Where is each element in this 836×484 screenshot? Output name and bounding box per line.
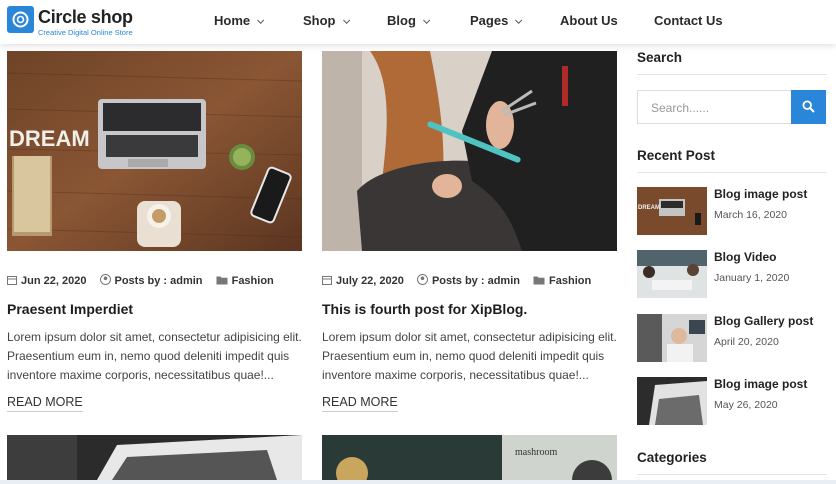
read-more-link[interactable]: READ MORE <box>322 395 398 412</box>
post-image-hair-salon[interactable] <box>322 51 617 251</box>
post-date: July 22, 2020 <box>322 275 404 287</box>
recent-post-item[interactable]: Blog image post May 26, 2020 <box>637 377 827 427</box>
nav-label: About Us <box>560 13 618 28</box>
divider <box>637 172 827 173</box>
post-date-text: July 22, 2020 <box>336 275 404 287</box>
site-header: Circle shop Creative Digital Online Stor… <box>0 0 836 44</box>
blog-post-card: DREAM Jun 22, 2020 Posts by : admin Fash… <box>7 51 302 421</box>
recent-post-date: April 20, 2020 <box>714 336 779 348</box>
nav-label: Home <box>214 13 251 28</box>
recent-post-item[interactable]: Blog Video January 1, 2020 <box>637 250 827 300</box>
calendar-icon <box>7 276 17 285</box>
post-author[interactable]: Posts by : admin <box>99 274 203 287</box>
post-date-text: Jun 22, 2020 <box>21 275 87 287</box>
post-date: Jun 22, 2020 <box>7 275 86 287</box>
calendar-icon <box>322 276 332 285</box>
search-icon <box>802 100 815 113</box>
logo-icon <box>7 6 34 33</box>
logo-title: Circle shop <box>38 7 133 27</box>
post-title[interactable]: Praesent Imperdiet <box>7 301 133 317</box>
post-category[interactable]: Fashion <box>533 275 591 287</box>
recent-post-thumbnail[interactable] <box>637 314 707 362</box>
nav-label: Contact Us <box>654 13 723 28</box>
folder-icon <box>533 276 545 285</box>
post-excerpt: Lorem ipsum dolor sit amet, consectetur … <box>7 330 302 382</box>
recent-post-date: January 1, 2020 <box>714 272 790 284</box>
nav-item-pages[interactable]: Pages <box>470 13 523 28</box>
recent-post-title[interactable]: Blog image post <box>714 377 807 391</box>
recent-post-date: May 26, 2020 <box>714 399 778 411</box>
chevron-down-icon <box>342 16 350 24</box>
chevron-down-icon <box>257 16 265 24</box>
nav-item-shop[interactable]: Shop <box>303 13 350 28</box>
user-icon <box>99 274 111 285</box>
svg-text:DREAM: DREAM <box>9 126 90 151</box>
post-author-text: Posts by : admin <box>431 275 520 287</box>
recent-post-thumbnail[interactable] <box>637 377 707 425</box>
logo-subtitle: Creative Digital Online Store <box>38 28 133 37</box>
post-excerpt: Lorem ipsum dolor sit amet, consectetur … <box>322 330 617 382</box>
svg-text:DREAM: DREAM <box>638 205 660 211</box>
search-input[interactable]: Search...... <box>637 90 792 124</box>
blog-post-card: July 22, 2020 Posts by : admin Fashion T… <box>322 51 617 421</box>
nav-item-about-us[interactable]: About Us <box>560 13 618 28</box>
divider <box>637 474 827 475</box>
post-category-text: Fashion <box>231 275 274 287</box>
divider <box>637 74 827 75</box>
user-icon <box>416 274 428 285</box>
nav-label: Blog <box>387 13 416 28</box>
post-image-laptop-dark[interactable] <box>7 435 302 480</box>
nav-item-contact-us[interactable]: Contact Us <box>654 13 723 28</box>
post-category[interactable]: Fashion <box>216 275 274 287</box>
nav-item-home[interactable]: Home <box>214 13 265 28</box>
post-author[interactable]: Posts by : admin <box>416 274 520 287</box>
read-more-link[interactable]: READ MORE <box>7 395 83 412</box>
recent-post-title[interactable]: Blog Video <box>714 250 776 264</box>
recent-post-widget-title: Recent Post <box>637 148 716 163</box>
chevron-down-icon <box>422 16 431 24</box>
nav-label: Shop <box>303 13 336 28</box>
post-author-text: Posts by : admin <box>114 275 203 287</box>
post-image-shop-interior[interactable]: mashroom <box>322 435 617 480</box>
page-bottom-edge <box>0 480 836 484</box>
recent-post-title[interactable]: Blog image post <box>714 187 807 201</box>
post-meta: July 22, 2020 Posts by : admin Fashion <box>322 274 601 287</box>
recent-post-item[interactable]: DREAM Blog image post March 16, 2020 <box>637 187 827 237</box>
recent-post-date: March 16, 2020 <box>714 209 787 221</box>
search-widget-title: Search <box>637 50 683 65</box>
folder-icon <box>216 276 228 285</box>
nav-label: Pages <box>470 13 509 28</box>
site-logo[interactable]: Circle shop Creative Digital Online Stor… <box>7 6 137 40</box>
post-category-text: Fashion <box>549 275 592 287</box>
post-title[interactable]: This is fourth post for XipBlog. <box>322 301 527 317</box>
nav-item-blog[interactable]: Blog <box>387 13 431 28</box>
chevron-down-icon <box>515 16 523 24</box>
post-meta: Jun 22, 2020 Posts by : admin Fashion <box>7 274 284 287</box>
post-image-laptop-desk[interactable]: DREAM <box>7 51 302 251</box>
search-button[interactable] <box>791 90 826 124</box>
recent-post-thumbnail[interactable]: DREAM <box>637 187 707 235</box>
categories-widget-title: Categories <box>637 450 707 465</box>
mashroom-sign-text: mashroom <box>515 447 557 458</box>
recent-post-thumbnail[interactable] <box>637 250 707 298</box>
recent-post-item[interactable]: Blog Gallery post April 20, 2020 <box>637 314 827 364</box>
recent-post-title[interactable]: Blog Gallery post <box>714 314 813 328</box>
